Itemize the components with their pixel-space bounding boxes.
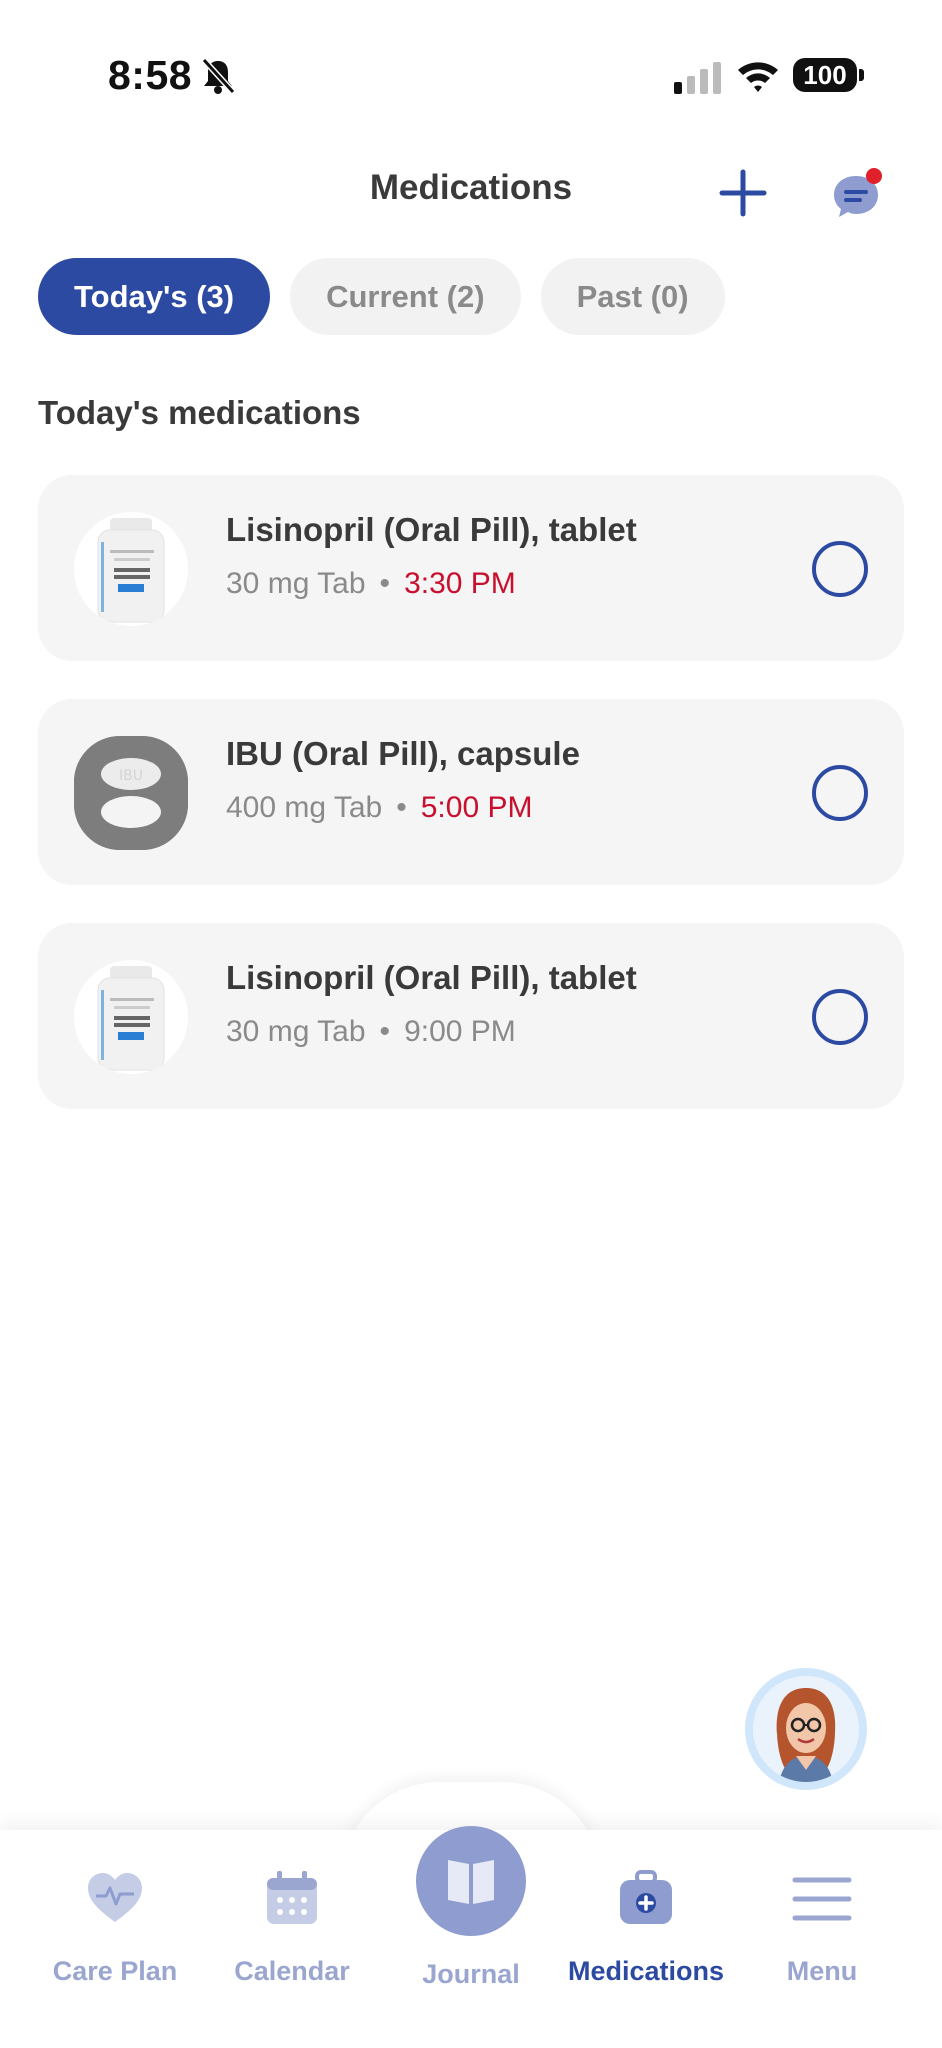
mark-taken-checkbox[interactable] (812, 989, 868, 1045)
medication-dose: 30 mg Tab (226, 1015, 366, 1048)
medication-time: 5:00 PM (420, 791, 533, 824)
nav-label: Calendar (234, 1956, 350, 1986)
assistant-avatar (753, 1676, 859, 1782)
add-medication-button[interactable] (718, 168, 768, 218)
medication-dose: 30 mg Tab (226, 567, 366, 600)
nav-medications[interactable]: Medications (556, 1868, 736, 1987)
bell-muted-icon (201, 57, 236, 95)
messages-icon[interactable] (828, 166, 884, 222)
nav-care-plan[interactable]: Care Plan (25, 1868, 205, 1987)
medical-bag-icon (620, 1870, 672, 1924)
calendar-icon (267, 1871, 317, 1924)
cellular-signal-icon (674, 62, 721, 94)
status-bar: 8:58 100 (0, 0, 942, 150)
mark-taken-checkbox[interactable] (812, 765, 868, 821)
medication-card[interactable]: Lisinopril (Oral Pill), tablet 30 mg Tab… (38, 923, 904, 1109)
medication-meta: 30 mg Tab • 3:30 PM (226, 567, 516, 601)
svg-text:IBU: IBU (119, 768, 143, 784)
nav-menu[interactable]: Menu (732, 1868, 912, 1987)
medication-meta: 400 mg Tab • 5:00 PM (226, 791, 532, 825)
hamburger-menu-icon (792, 1877, 852, 1921)
nav-calendar[interactable]: Calendar (202, 1868, 382, 1987)
tab-past[interactable]: Past (0) (540, 258, 725, 335)
mark-taken-checkbox[interactable] (812, 541, 868, 597)
nav-label: Menu (786, 1956, 858, 1986)
medication-card[interactable]: Lisinopril (Oral Pill), tablet 30 mg Tab… (38, 475, 904, 661)
wifi-icon (738, 62, 778, 92)
white-pills-image: IBU (74, 736, 188, 850)
medication-name: IBU (Oral Pill), capsule (226, 735, 580, 772)
separator-dot: • (396, 791, 407, 824)
heart-pulse-icon (88, 1873, 142, 1922)
battery-indicator: 100 (793, 58, 864, 92)
open-book-icon (448, 1860, 494, 1904)
tab-current[interactable]: Current (2) (290, 258, 521, 335)
nav-label: Care Plan (52, 1956, 178, 1986)
medication-tabs: Today's (3) Current (2) Past (0) (38, 258, 725, 335)
status-time: 8:58 (108, 52, 193, 98)
assistant-avatar-button[interactable] (745, 1668, 867, 1790)
section-title: Today's medications (38, 394, 361, 431)
medication-name: Lisinopril (Oral Pill), tablet (226, 959, 637, 996)
separator-dot: • (379, 567, 391, 600)
nav-label: Medications (567, 1956, 725, 1986)
separator-dot: • (379, 1015, 391, 1048)
nav-label-journal: Journal (422, 1959, 520, 1989)
medication-card[interactable]: IBU IBU (Oral Pill), capsule 400 mg Tab •… (38, 699, 904, 885)
pill-bottle-image (74, 512, 188, 626)
page-title: Medications (369, 168, 573, 207)
tab-todays[interactable]: Today's (3) (38, 258, 271, 335)
medication-list: Lisinopril (Oral Pill), tablet 30 mg Tab… (38, 475, 904, 1147)
pill-bottle-image (74, 960, 188, 1074)
medication-time: 9:00 PM (404, 1015, 516, 1048)
medication-dose: 400 mg Tab (226, 791, 383, 824)
medication-name: Lisinopril (Oral Pill), tablet (226, 511, 637, 548)
medication-time: 3:30 PM (404, 567, 516, 600)
nav-journal-button[interactable] (416, 1826, 526, 1936)
medication-meta: 30 mg Tab • 9:00 PM (226, 1015, 516, 1049)
